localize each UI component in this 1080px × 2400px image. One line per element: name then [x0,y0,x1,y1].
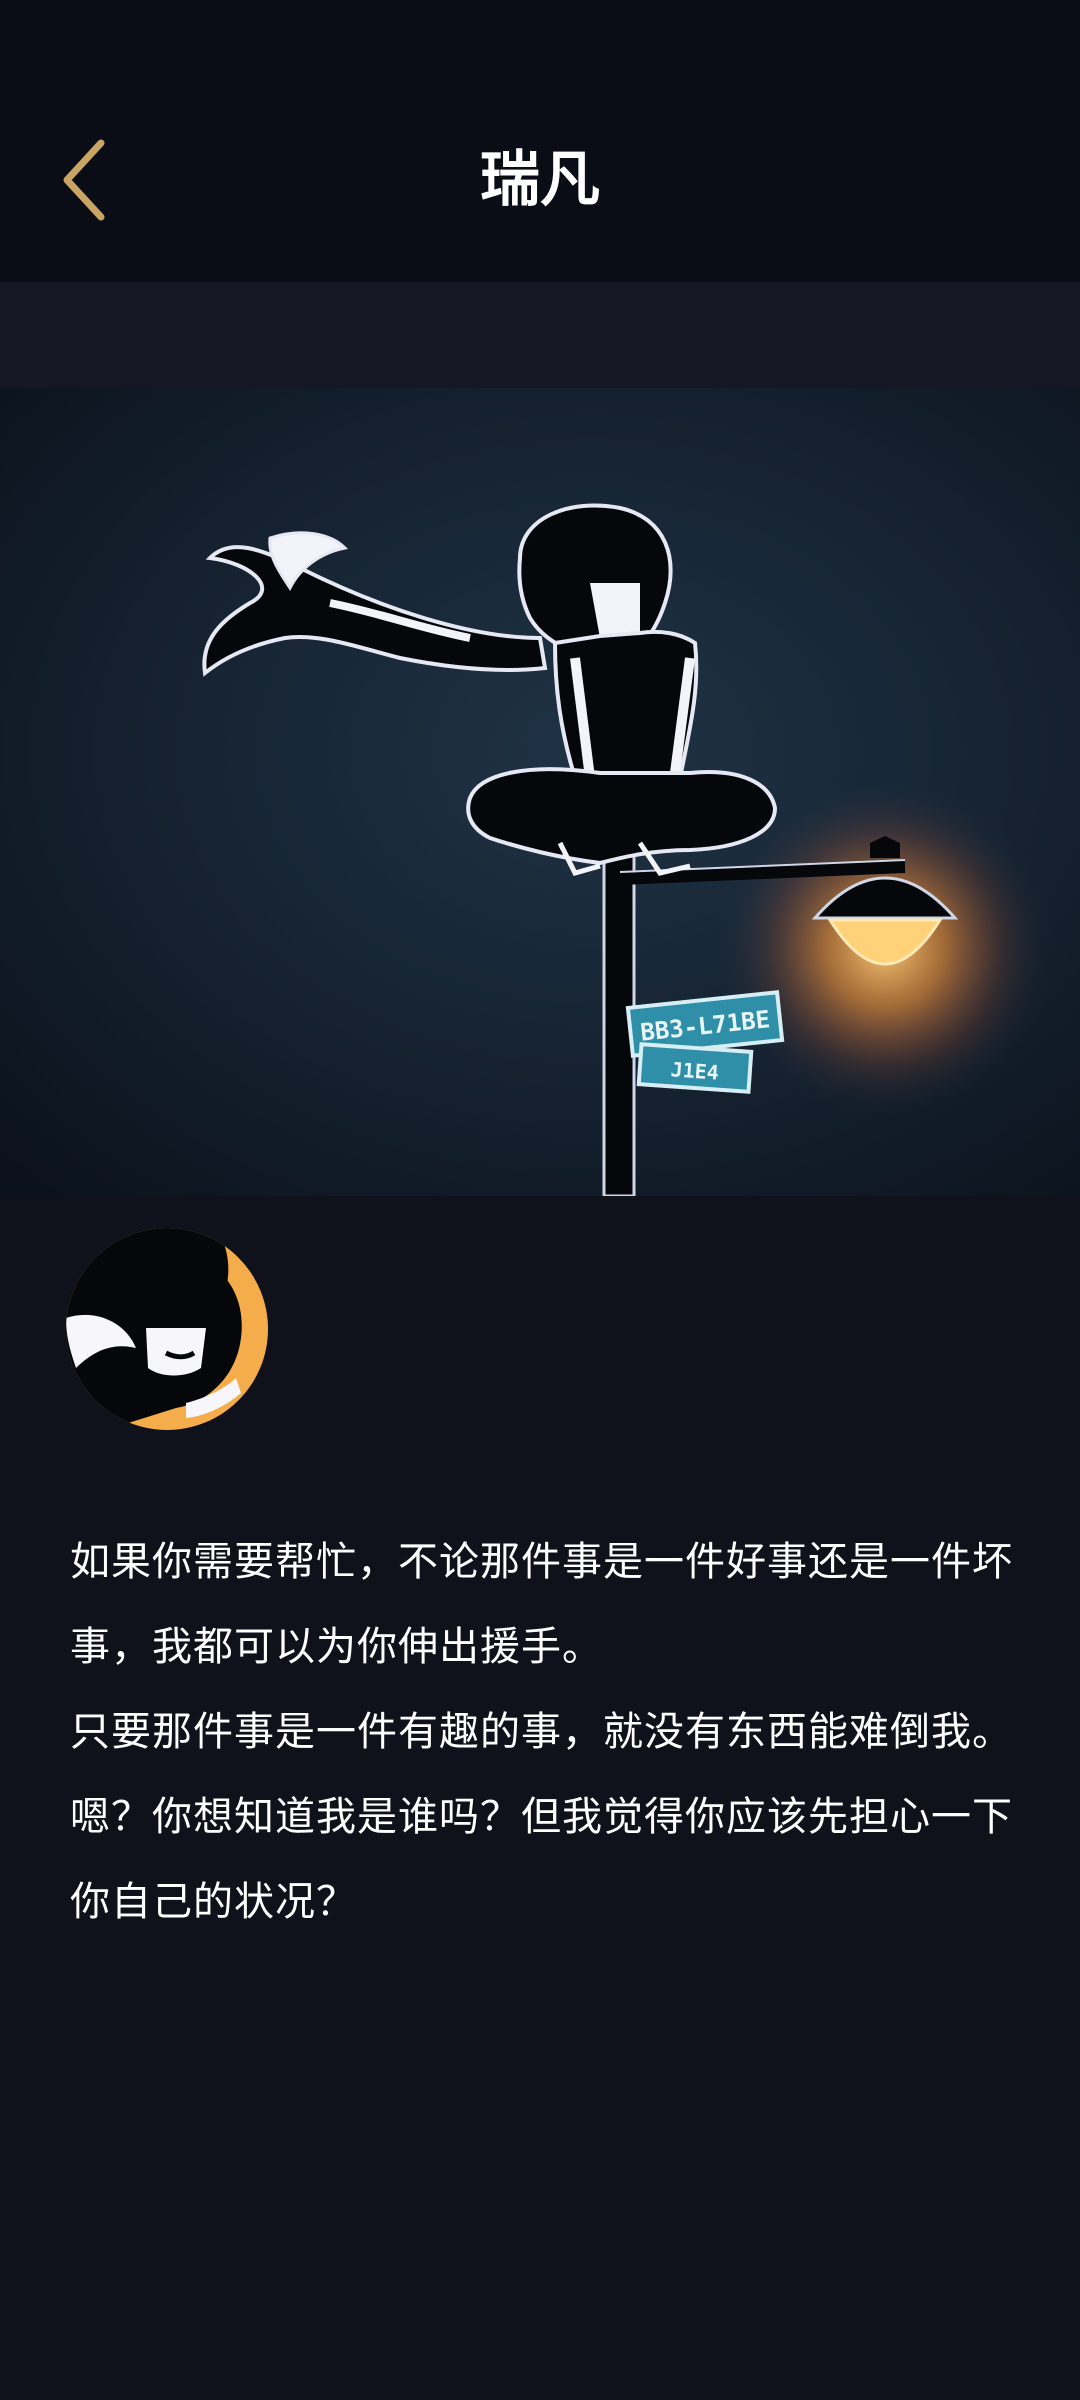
hero-illustration: BB3-L71BE J1E4 [0,388,1080,1196]
header-divider-band [0,282,1080,388]
character-avatar-icon [66,1228,268,1430]
bio-paragraph: 只要那件事是一件有趣的事，就没有东西能难倒我。 [70,1709,1013,1755]
bio-paragraph: 嗯？你想知道我是谁吗？但我觉得你应该先担心一下你自己的状况？ [70,1794,1013,1925]
character-bio: 如果你需要帮忙，不论那件事是一件好事还是一件坏事，我都可以为你伸出援手。 只要那… [70,1520,1020,1945]
avatar[interactable] [66,1228,268,1430]
character-profile-screen: 瑞凡 BB3-L71BE J1E4 如果你需要帮忙，不论那件事是一件好事还是一件… [0,0,1080,2400]
top-bar: 瑞凡 [0,0,1080,282]
streetlamp-scene-image: BB3-L71BE J1E4 [0,388,1080,1196]
page-title: 瑞凡 [480,145,600,215]
sign-text-bottom: J1E4 [670,1057,720,1084]
bio-paragraph: 如果你需要帮忙，不论那件事是一件好事还是一件坏事，我都可以为你伸出援手。 [70,1539,1013,1670]
